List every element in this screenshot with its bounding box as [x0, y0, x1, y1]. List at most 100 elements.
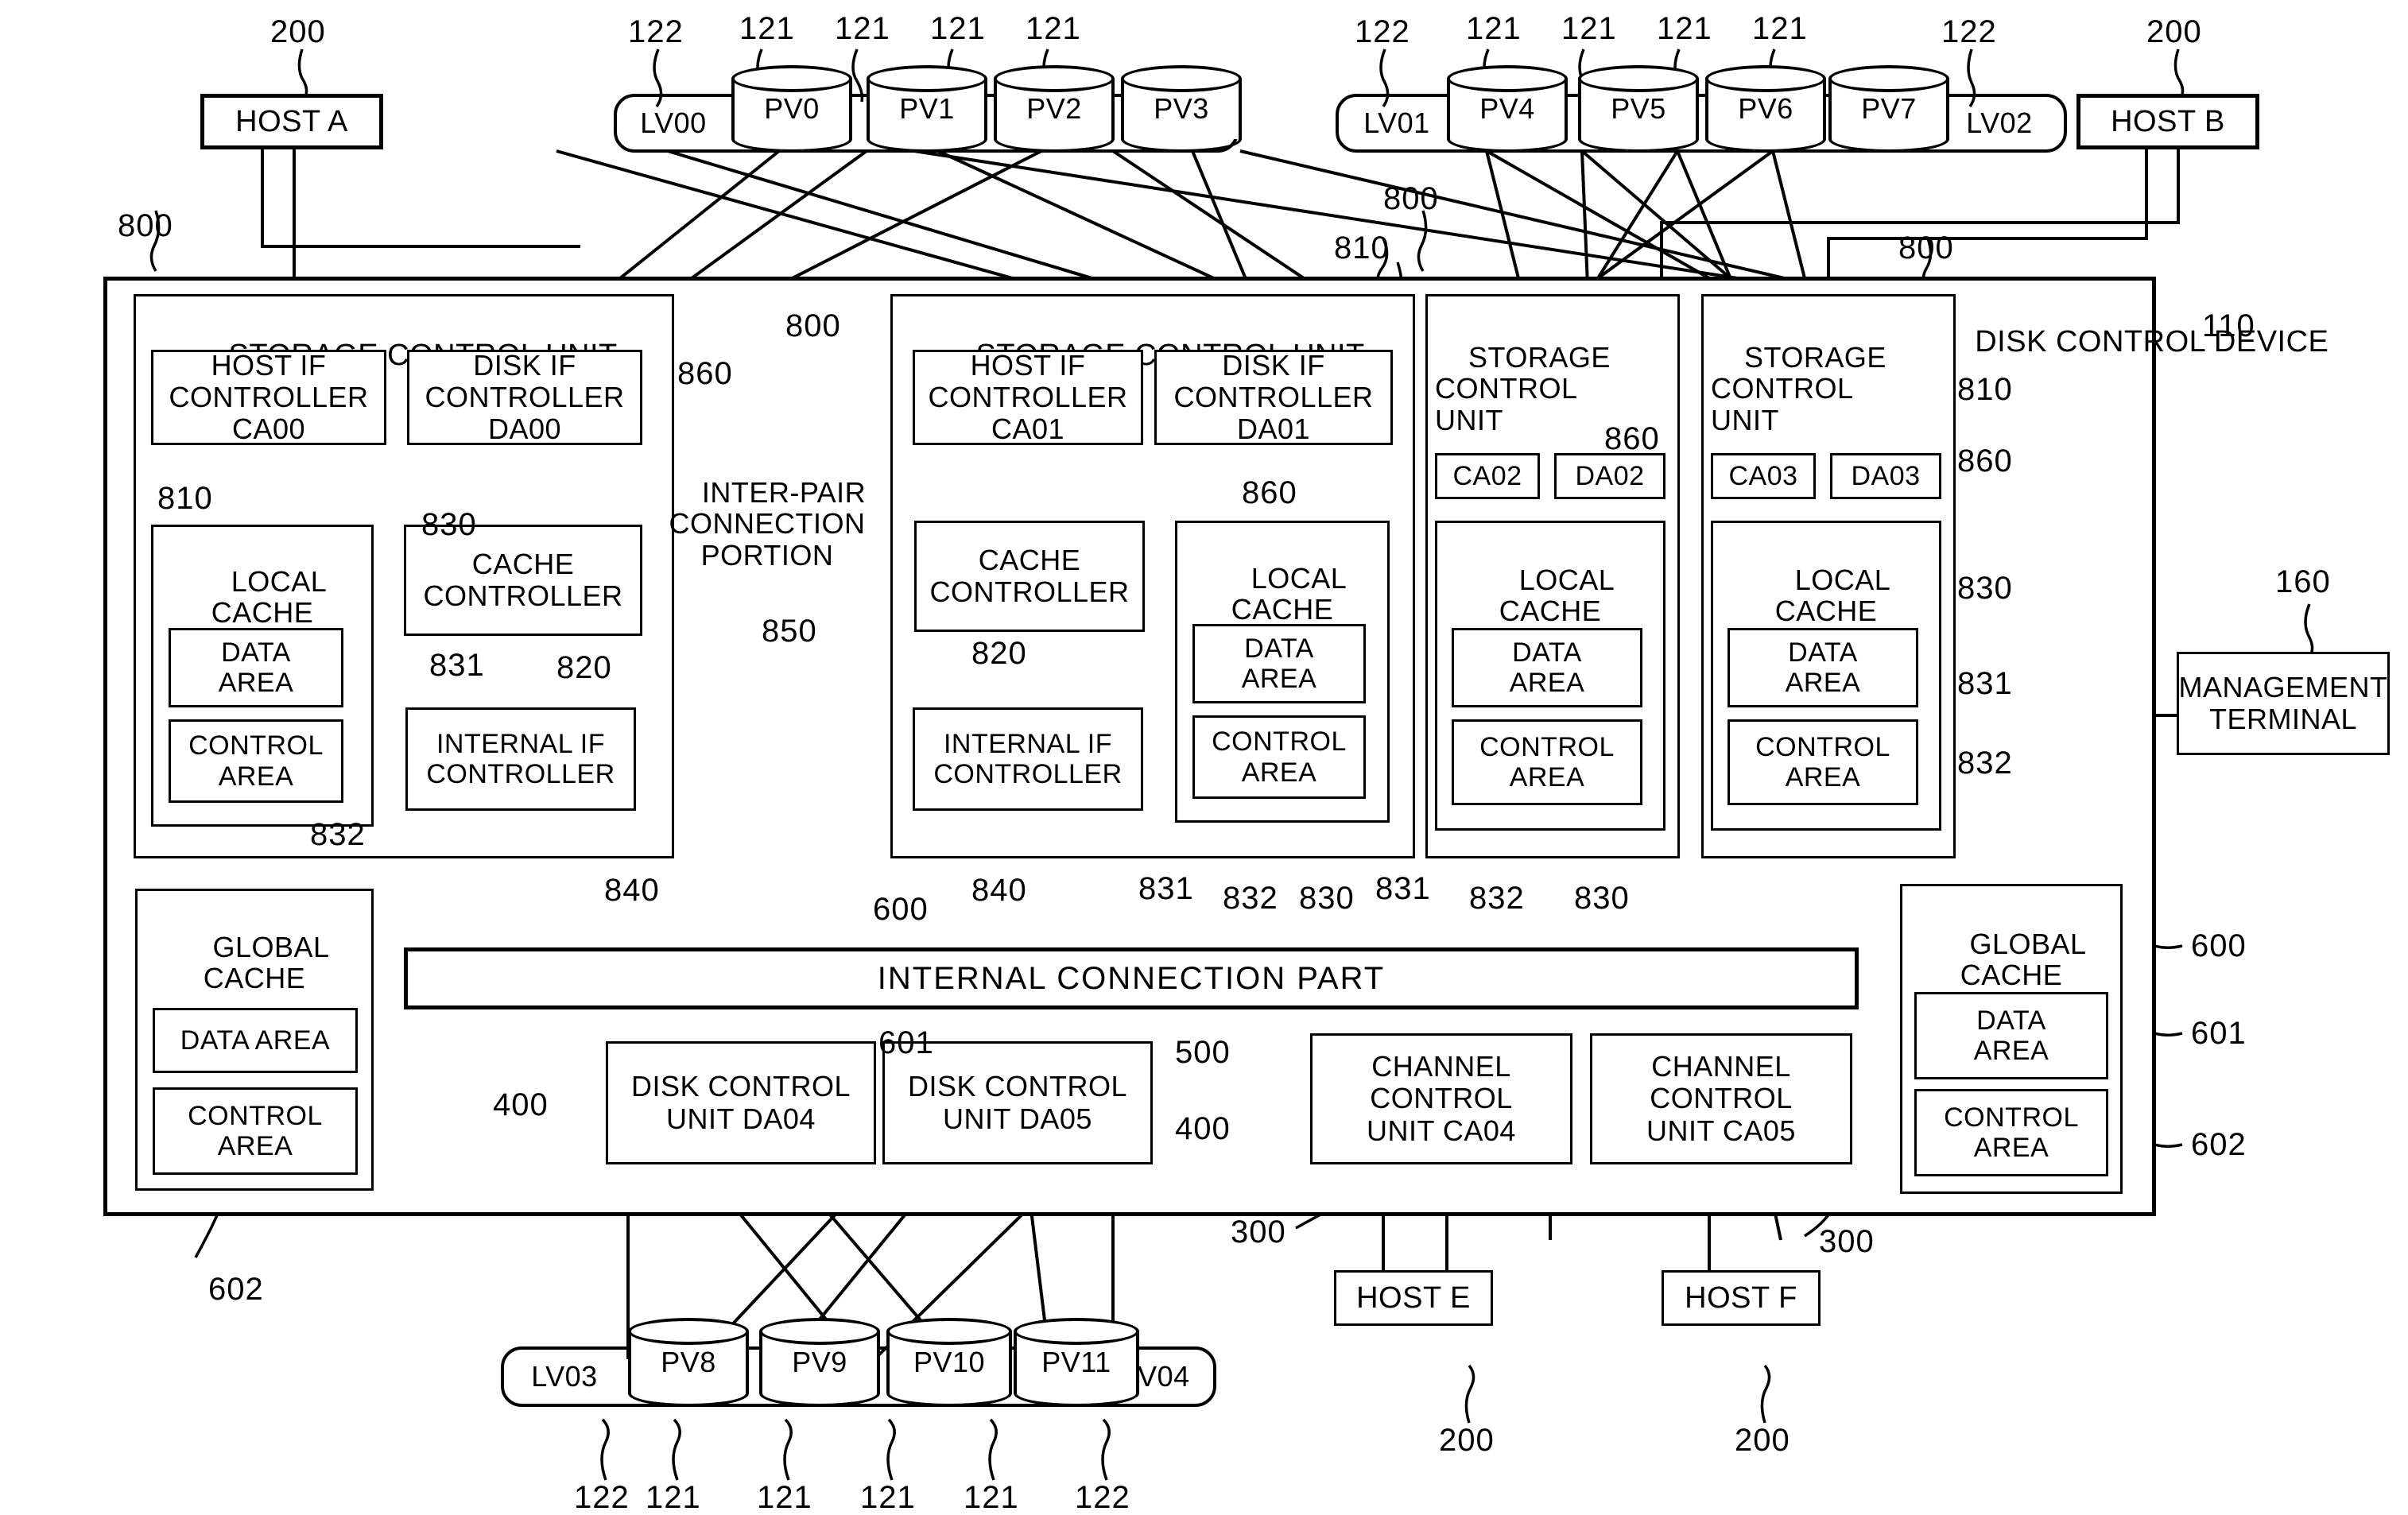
host-e-box[interactable]: HOST E: [1334, 1270, 1493, 1326]
ref-400-da05: 400: [1175, 1111, 1231, 1146]
physical-volume-pv10: PV10: [886, 1318, 1012, 1407]
channel-control-unit-ca05: CHANNEL CONTROL UNIT CA05: [1590, 1033, 1852, 1164]
host-a-label: HOST A: [235, 104, 348, 138]
ref-300-ca05: 300: [1819, 1224, 1875, 1259]
scu4-disk-if-controller: DA03: [1830, 453, 1941, 499]
ref-860-scu4: 860: [1957, 444, 2013, 479]
scu3-control-area: CONTROL AREA: [1452, 719, 1642, 805]
lv00-label: LV00: [640, 107, 707, 139]
ref-830-scu4: 830: [1957, 571, 2013, 606]
ref-600-global-cache-right: 600: [2191, 928, 2247, 963]
physical-volume-pv8: PV8: [628, 1318, 749, 1407]
ref-601-global-cache-left: 601: [878, 1025, 934, 1060]
scu2-data-area: DATA AREA: [1192, 624, 1366, 703]
ref-831-scu2: 831: [1138, 871, 1194, 906]
scu3-host-if-controller: CA02: [1435, 453, 1540, 499]
scu4-control-area: CONTROL AREA: [1727, 719, 1918, 805]
host-b-label: HOST B: [2111, 104, 2225, 138]
ref-200-host-a: 200: [270, 14, 326, 49]
ref-810-scu1: 810: [157, 481, 213, 516]
ref-602-global-cache-left: 602: [208, 1272, 264, 1307]
ref-121-pv11: 121: [964, 1480, 1019, 1515]
ref-121-pv10: 121: [860, 1480, 916, 1515]
ref-800-scu2: 800: [785, 308, 841, 343]
ref-122-top-left: 122: [628, 14, 684, 49]
ref-200-host-b: 200: [2146, 14, 2202, 49]
ref-850-inter-pair: 850: [762, 614, 817, 649]
scu1-data-area: DATA AREA: [169, 628, 343, 707]
ref-601-global-cache-right: 601: [2191, 1016, 2247, 1051]
scu1-internal-if-controller: INTERNAL IF CONTROLLER: [405, 707, 636, 811]
ref-832-scu4: 832: [1957, 746, 2013, 781]
host-e-label: HOST E: [1356, 1281, 1471, 1315]
host-b-box[interactable]: HOST B: [2076, 94, 2259, 149]
ref-860-scu3: 860: [1604, 421, 1660, 456]
ref-121-pv1: 121: [835, 11, 890, 46]
scu2-cache-controller: CACHE CONTROLLER: [914, 521, 1145, 632]
ref-831-scu4: 831: [1957, 666, 2013, 701]
lv03-label: LV03: [531, 1360, 598, 1393]
scu2-host-if-controller: HOST IF CONTROLLER CA01: [913, 349, 1143, 445]
ref-800-scu4: 800: [1898, 231, 1954, 265]
scu2-internal-if-controller: INTERNAL IF CONTROLLER: [913, 707, 1143, 811]
ref-831-scu3: 831: [1375, 871, 1431, 906]
global-cache-right-control-area: CONTROL AREA: [1914, 1089, 2108, 1176]
scu2-disk-if-controller: DISK IF CONTROLLER DA01: [1154, 349, 1393, 445]
ref-121-pv3: 121: [1026, 11, 1081, 46]
ref-831-scu1: 831: [429, 648, 485, 683]
ref-121-pv6: 121: [1657, 11, 1712, 46]
physical-volume-pv5: PV5: [1578, 65, 1699, 153]
ref-122-lv02: 122: [1941, 14, 1997, 49]
physical-volume-pv9: PV9: [759, 1318, 880, 1407]
ref-110-disk-control-device: 110: [2202, 308, 2255, 343]
ref-800-scu1: 800: [118, 208, 173, 243]
global-cache-left-control-area: CONTROL AREA: [153, 1087, 358, 1175]
physical-volume-pv7: PV7: [1828, 65, 1949, 153]
ref-122-lv01: 122: [1355, 14, 1410, 49]
internal-connection-part: INTERNAL CONNECTION PART: [404, 947, 1859, 1009]
ref-121-pv2: 121: [930, 11, 986, 46]
ref-200-host-e: 200: [1439, 1423, 1495, 1458]
ref-602-global-cache-right: 602: [2191, 1127, 2247, 1162]
lv01-label: LV01: [1363, 107, 1430, 139]
ref-600-global-cache-left: 600: [873, 892, 929, 927]
scu1-control-area: CONTROL AREA: [169, 719, 343, 803]
ref-121-pv0: 121: [739, 11, 795, 46]
inter-pair-connection-portion-label: INTER-PAIR CONNECTION PORTION: [669, 475, 867, 572]
ref-820-scu2: 820: [971, 636, 1027, 671]
ref-832-scu1: 832: [310, 817, 366, 852]
scu3-disk-if-controller: DA02: [1554, 453, 1665, 499]
ref-832-scu3: 832: [1469, 881, 1525, 916]
ref-121-pv9: 121: [757, 1480, 812, 1515]
scu4-title: STORAGE CONTROL UNIT: [1711, 340, 1886, 436]
scu4-data-area: DATA AREA: [1727, 628, 1918, 707]
global-cache-left-label: GLOBAL CACHE: [203, 930, 330, 995]
scu2-control-area: CONTROL AREA: [1192, 715, 1366, 799]
scu1-host-if-controller: HOST IF CONTROLLER CA00: [151, 349, 386, 445]
ref-830-scu3: 830: [1574, 881, 1630, 916]
ref-200-host-f: 200: [1735, 1423, 1790, 1458]
global-cache-left-data-area: DATA AREA: [153, 1008, 358, 1073]
scu3-data-area: DATA AREA: [1452, 628, 1642, 707]
disk-control-unit-da04: DISK CONTROL UNIT DA04: [606, 1041, 876, 1164]
host-f-box[interactable]: HOST F: [1662, 1270, 1821, 1326]
ref-121-pv8: 121: [646, 1480, 701, 1515]
internal-connection-part-label: INTERNAL CONNECTION PART: [877, 960, 1386, 996]
ref-810-scu2: 810: [1334, 231, 1390, 265]
host-a-box[interactable]: HOST A: [200, 94, 383, 149]
management-terminal-box[interactable]: MANAGEMENT TERMINAL: [2177, 652, 2390, 755]
ref-160-management-terminal: 160: [2275, 564, 2331, 599]
ref-122-lv04: 122: [1075, 1480, 1130, 1515]
physical-volume-pv11: PV11: [1014, 1318, 1139, 1407]
physical-volume-pv6: PV6: [1705, 65, 1826, 153]
ref-121-pv5: 121: [1561, 11, 1617, 46]
ref-860-scu2: 860: [1242, 475, 1297, 510]
ref-810-scu4: 810: [1957, 372, 2013, 407]
patent-figure: HOST A HOST B LV00 PV0 PV1 PV2 PV3 LV01 …: [0, 0, 2408, 1515]
physical-volume-pv4: PV4: [1447, 65, 1568, 153]
scu4-host-if-controller: CA03: [1711, 453, 1816, 499]
ref-121-pv4: 121: [1466, 11, 1522, 46]
host-f-label: HOST F: [1685, 1281, 1797, 1315]
physical-volume-pv1: PV1: [867, 65, 987, 153]
global-cache-right-data-area: DATA AREA: [1914, 992, 2108, 1079]
